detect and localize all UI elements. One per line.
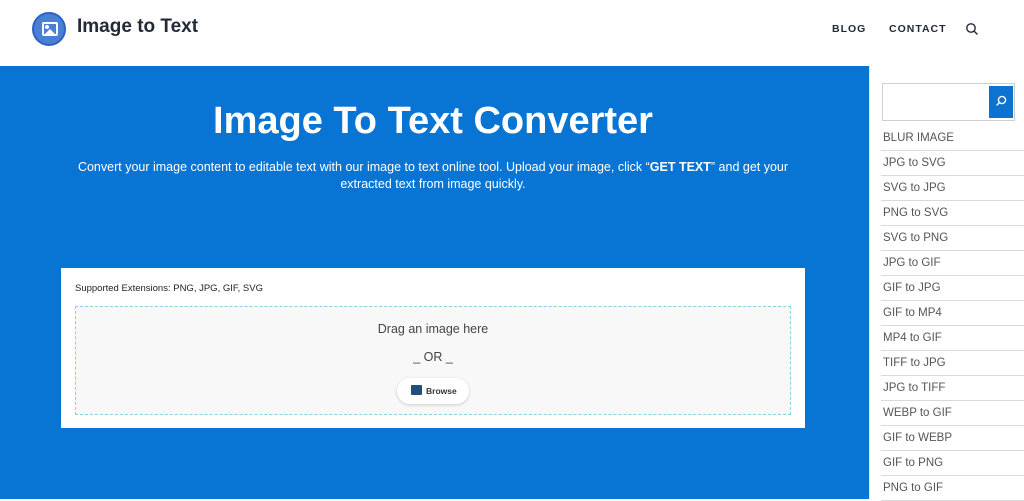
drop-zone[interactable]: Drag an image here _ OR _ Browse xyxy=(75,306,791,415)
sidebar-item[interactable]: JPG to SVG xyxy=(881,151,1024,176)
sidebar: BLUR IMAGE JPG to SVG SVG to JPG PNG to SVG… xyxy=(869,66,1024,501)
image-icon xyxy=(411,385,422,395)
sidebar-item[interactable]: BLUR IMAGE xyxy=(881,126,1024,151)
hero-desc-bold: GET TEXT xyxy=(649,160,711,174)
hero-desc-part1: Convert your image content to editable t… xyxy=(77,160,650,174)
sidebar-tool-list: BLUR IMAGE JPG to SVG SVG to JPG PNG to SVG… xyxy=(881,126,1024,501)
sidebar-item[interactable]: JPG to TIFF xyxy=(881,376,1024,401)
nav-blog-link[interactable]: BLOG xyxy=(832,23,866,35)
upload-card: Supported Extensions: PNG, JPG, GIF, SVG… xyxy=(61,268,805,428)
site-header: Image to Text BLOG CONTACT xyxy=(0,0,1024,66)
sidebar-item[interactable]: PNG to SVG xyxy=(881,201,1024,226)
sidebar-item[interactable]: TIFF to JPG xyxy=(881,351,1024,376)
sidebar-search-button[interactable] xyxy=(989,86,1013,118)
drop-zone-text: Drag an image here xyxy=(377,322,489,336)
drop-zone-or: _ OR _ xyxy=(413,350,453,364)
sidebar-item[interactable]: SVG to JPG xyxy=(881,176,1024,201)
search-icon[interactable] xyxy=(965,22,979,36)
sidebar-item[interactable]: GIF to MP4 xyxy=(881,301,1024,326)
sidebar-item[interactable]: GIF to JPG xyxy=(881,276,1024,301)
sidebar-search-input[interactable] xyxy=(883,84,987,120)
sidebar-search-box xyxy=(882,83,1015,121)
nav-contact-link[interactable]: CONTACT xyxy=(889,23,947,35)
hero-description: Convert your image content to editable t… xyxy=(60,159,806,193)
image-logo-icon[interactable] xyxy=(32,12,66,46)
browse-label: Browse xyxy=(426,386,457,396)
browse-button[interactable]: Browse xyxy=(397,378,469,404)
sidebar-item[interactable]: WEBP to GIF xyxy=(881,401,1024,426)
sidebar-item[interactable]: PNG to GIF xyxy=(881,476,1024,501)
sidebar-item[interactable]: GIF to PNG xyxy=(881,451,1024,476)
supported-extensions: Supported Extensions: PNG, JPG, GIF, SVG xyxy=(75,283,263,294)
search-icon xyxy=(996,95,1007,106)
sidebar-item[interactable]: MP4 to GIF xyxy=(881,326,1024,351)
sidebar-item[interactable]: GIF to WEBP xyxy=(881,426,1024,451)
sidebar-item[interactable]: JPG to GIF xyxy=(881,251,1024,276)
page-title: Image To Text Converter xyxy=(213,100,653,142)
hero-section: Image To Text Converter Convert your ima… xyxy=(0,66,869,499)
sidebar-item[interactable]: SVG to PNG xyxy=(881,226,1024,251)
site-logo-text[interactable]: Image to Text xyxy=(77,16,198,38)
